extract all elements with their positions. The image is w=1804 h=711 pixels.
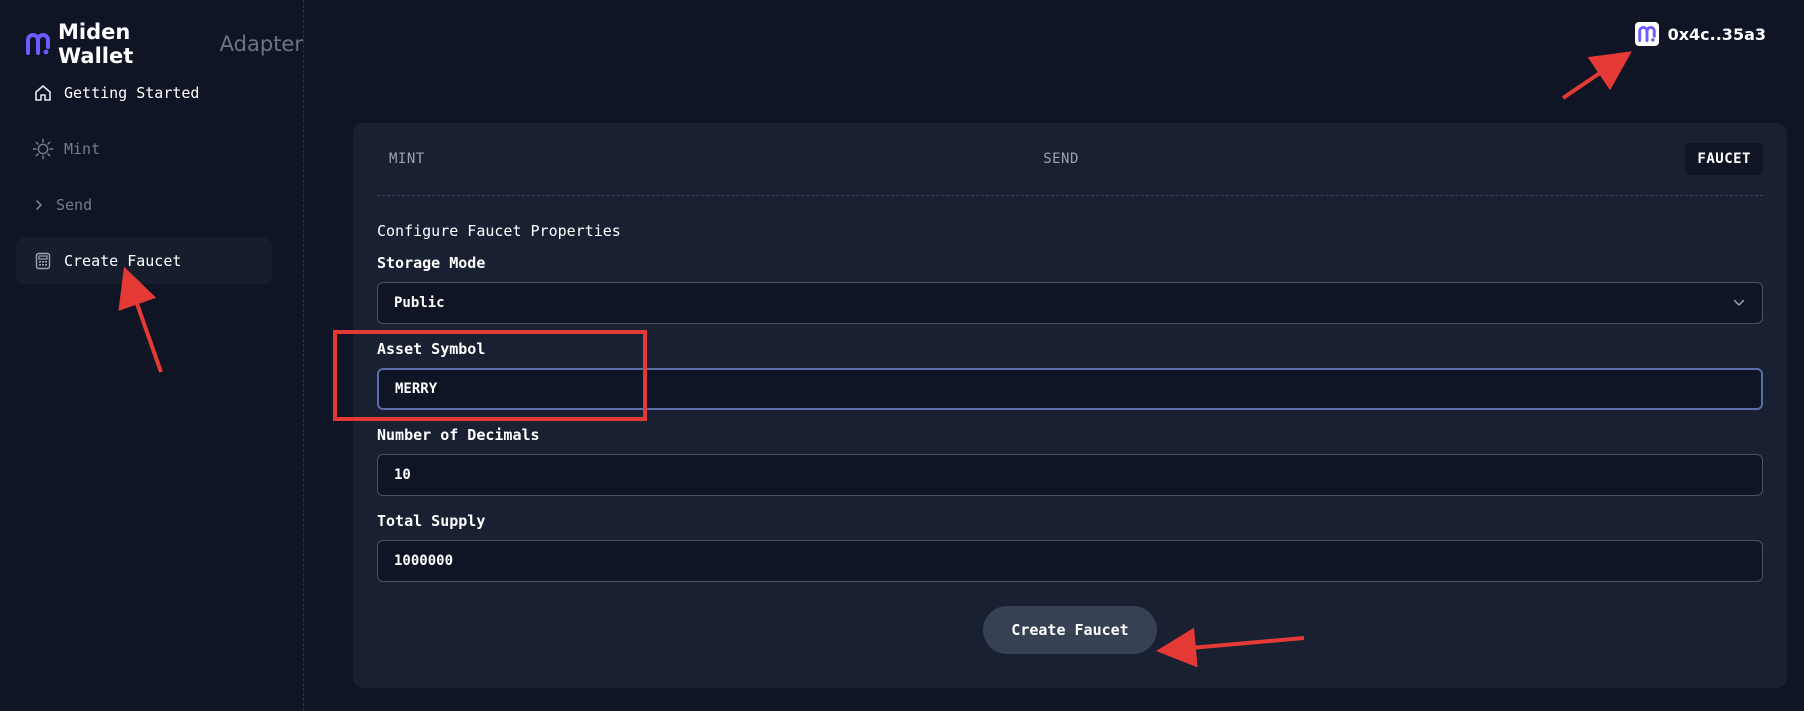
calculator-icon (32, 250, 54, 272)
chevron-right-icon (32, 194, 46, 216)
sidebar-item-mint[interactable]: Mint (16, 126, 272, 172)
tab-faucet[interactable]: FAUCET (1685, 143, 1763, 175)
faucet-card: MINT SEND FAUCET Configure Faucet Proper… (353, 123, 1787, 688)
decimals-input[interactable]: 10 (377, 454, 1763, 496)
decimals-value: 10 (394, 467, 411, 483)
chevron-down-icon (1732, 296, 1746, 310)
miden-logo-icon (1634, 22, 1659, 46)
asset-symbol-label: Asset Symbol (377, 340, 486, 358)
sidebar-item-send[interactable]: Send (16, 182, 272, 228)
asset-symbol-input[interactable]: MERRY (377, 368, 1763, 410)
brand[interactable]: Miden Wallet Adapter (26, 20, 303, 68)
sidebar-item-label: Send (56, 196, 93, 214)
storage-mode-value: Public (394, 295, 445, 311)
total-supply-label: Total Supply (377, 512, 486, 530)
tab-bar: MINT SEND FAUCET (377, 123, 1763, 196)
miden-logo-icon (26, 32, 50, 56)
wallet-address: 0x4c..35a3 (1667, 24, 1766, 44)
total-supply-value: 1000000 (394, 553, 454, 569)
form-title: Configure Faucet Properties (377, 222, 621, 240)
asset-symbol-value: MERRY (395, 381, 438, 397)
total-supply-input[interactable]: 1000000 (377, 540, 1763, 582)
sidebar-item-label: Mint (64, 140, 101, 158)
sidebar-item-label: Getting Started (64, 84, 200, 102)
home-icon (32, 82, 54, 104)
storage-mode-select[interactable]: Public (377, 282, 1763, 324)
sidebar-nav: Getting Started Mint Send Create Faucet (16, 70, 272, 294)
decimals-label: Number of Decimals (377, 426, 540, 444)
sidebar-item-label: Create Faucet (64, 252, 182, 270)
storage-mode-label: Storage Mode (377, 254, 486, 272)
app-root: Miden Wallet Adapter Getting Started Min… (0, 0, 1804, 711)
tab-send[interactable]: SEND (1031, 143, 1091, 175)
sidebar: Miden Wallet Adapter Getting Started Min… (0, 0, 304, 711)
create-faucet-button[interactable]: Create Faucet (983, 606, 1157, 654)
sidebar-item-create-faucet[interactable]: Create Faucet (16, 238, 272, 284)
brand-name: Miden Wallet (58, 20, 134, 68)
sun-icon (32, 138, 54, 160)
annotation-arrow-wallet (1561, 51, 1632, 100)
submit-wrap: Create Faucet (377, 606, 1763, 654)
brand-suffix: Adapter (219, 32, 303, 56)
sidebar-item-getting-started[interactable]: Getting Started (16, 70, 272, 116)
tab-mint[interactable]: MINT (377, 143, 437, 175)
wallet-button[interactable]: 0x4c..35a3 (1634, 22, 1766, 46)
